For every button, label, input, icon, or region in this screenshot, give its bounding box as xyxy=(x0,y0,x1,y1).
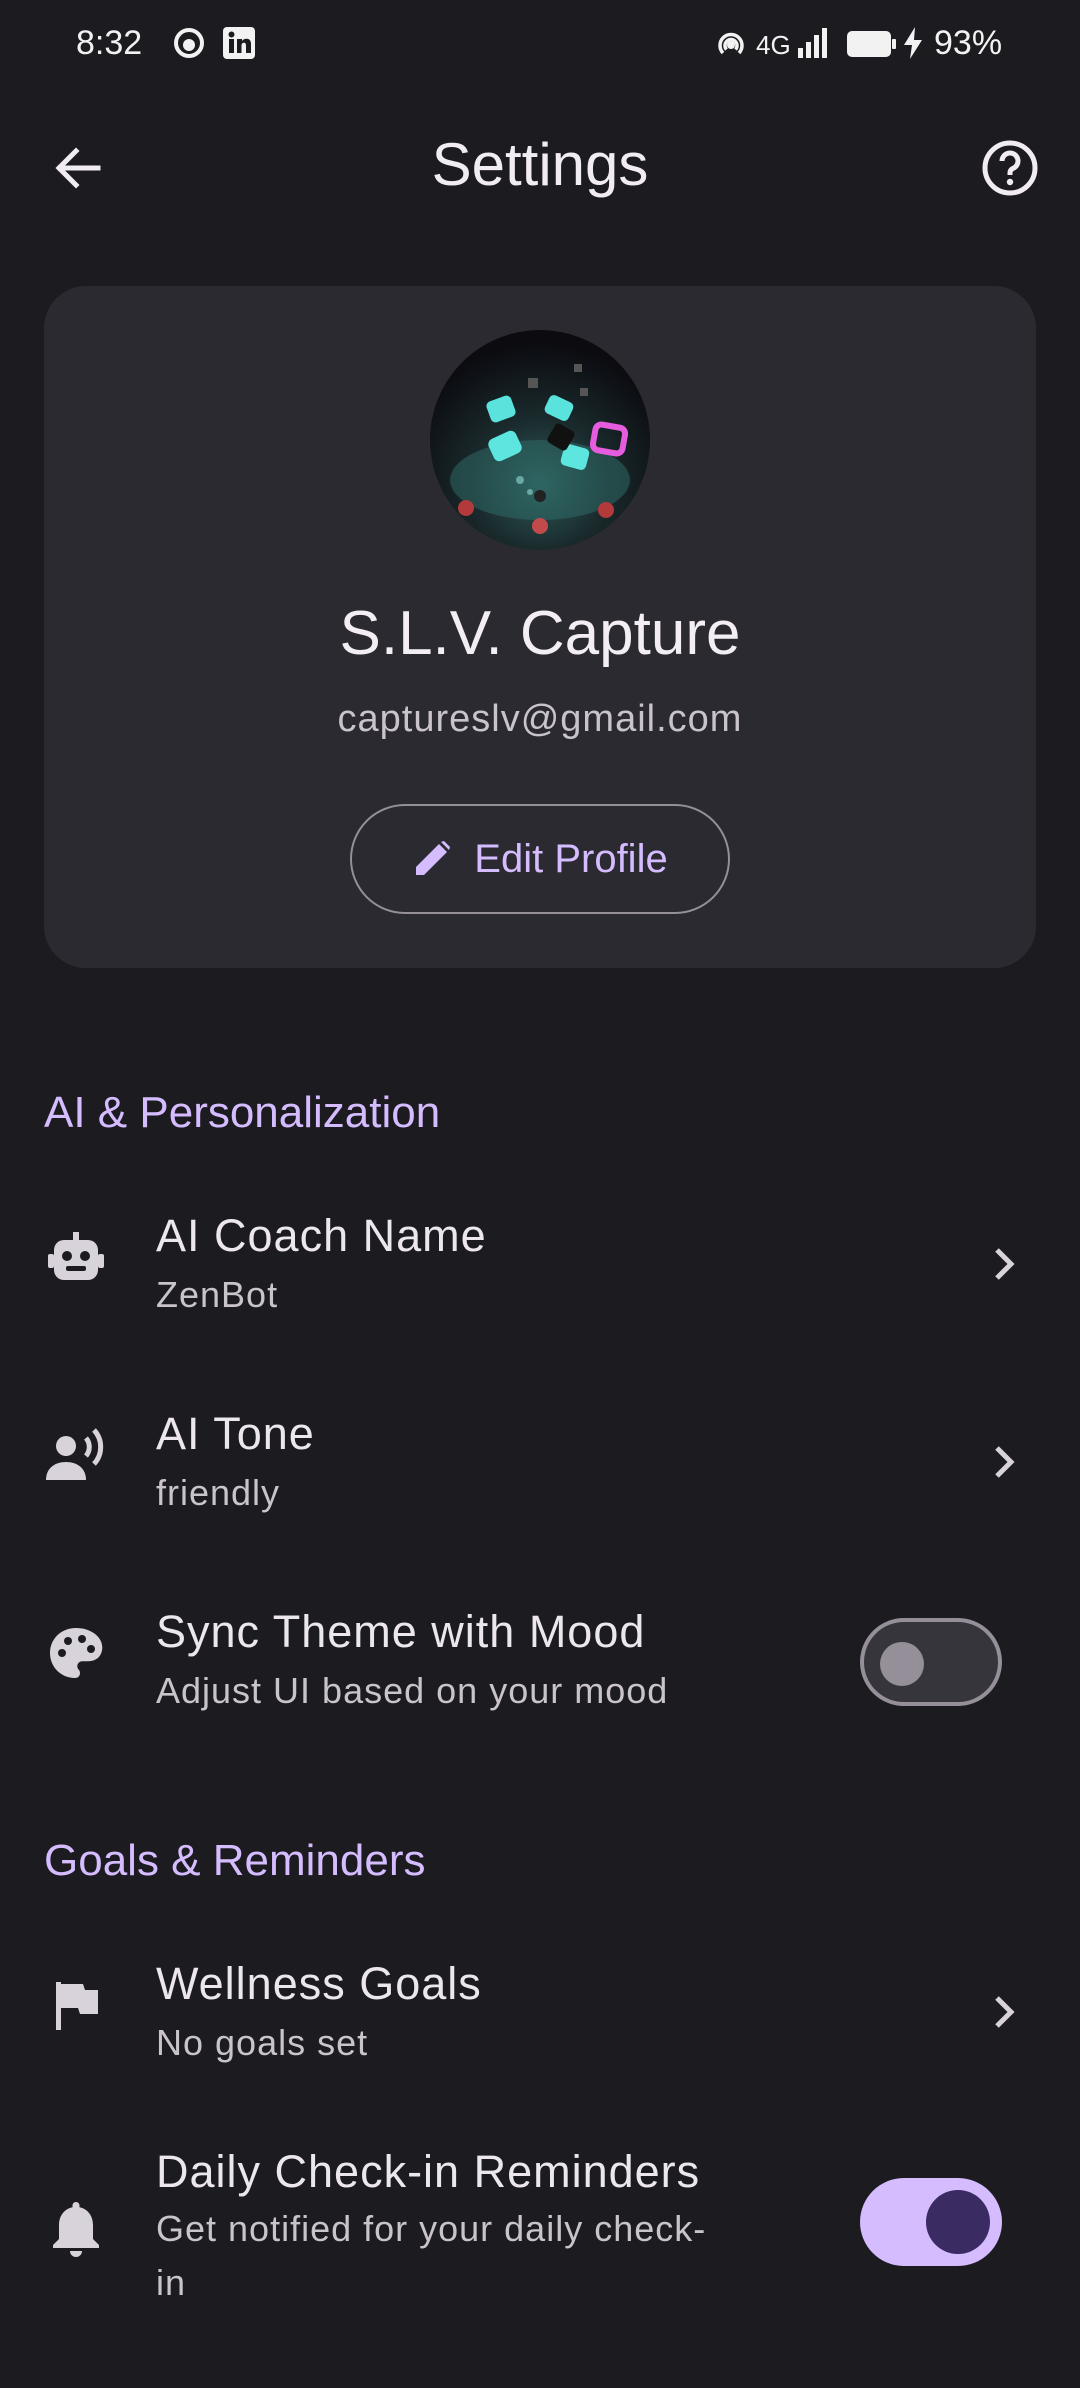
row-title: AI Coach Name xyxy=(156,1210,487,1261)
palette-icon xyxy=(44,1622,108,1686)
app-bar: Settings xyxy=(0,110,1080,220)
pencil-icon xyxy=(416,841,451,875)
battery-icon xyxy=(846,30,896,63)
help-button[interactable] xyxy=(976,134,1044,202)
row-title: Sync Theme with Mood xyxy=(156,1606,646,1657)
network-type: 4G xyxy=(756,30,791,60)
toggle-knob xyxy=(926,2190,990,2254)
settings-row-wellness-goals[interactable]: Wellness Goals No goals set xyxy=(0,1928,1080,2098)
hotspot-icon xyxy=(714,26,748,65)
settings-row-daily-checkin[interactable]: Daily Check-in Reminders Get notified fo… xyxy=(0,2126,1080,2336)
status-bar: 8:32 4G 93% xyxy=(0,0,1080,90)
daily-checkin-toggle[interactable] xyxy=(860,2178,1002,2266)
profile-email: captureslv@gmail.com xyxy=(337,698,743,740)
row-subtitle-line1: Get notified for your daily check- xyxy=(156,2208,707,2249)
notification-app-icon xyxy=(172,26,206,65)
toggle-knob xyxy=(880,1642,924,1686)
profile-card: S.L.V. Capture captureslv@gmail.com Edit… xyxy=(44,286,1036,968)
chevron-right-icon xyxy=(982,1234,1026,1294)
row-title: Wellness Goals xyxy=(156,1958,482,2009)
flag-icon xyxy=(44,1974,108,2038)
signal-icon xyxy=(796,26,830,65)
avatar[interactable] xyxy=(430,330,650,550)
settings-row-ai-tone[interactable]: AI Tone friendly xyxy=(0,1378,1080,1548)
chevron-right-icon xyxy=(982,1432,1026,1492)
row-subtitle: friendly xyxy=(156,1472,281,1513)
row-subtitle: No goals set xyxy=(156,2022,369,2063)
row-subtitle: Adjust UI based on your mood xyxy=(156,1670,669,1711)
bell-icon xyxy=(44,2196,108,2260)
sync-theme-toggle[interactable] xyxy=(860,1618,1002,1706)
profile-name: S.L.V. Capture xyxy=(339,599,741,668)
section-header-ai: AI & Personalization xyxy=(44,1088,441,1137)
voice-person-icon xyxy=(44,1424,108,1488)
row-subtitle-line2: in xyxy=(156,2262,187,2303)
section-header-goals: Goals & Reminders xyxy=(44,1836,426,1885)
settings-row-sync-theme[interactable]: Sync Theme with Mood Adjust UI based on … xyxy=(0,1576,1080,1746)
row-subtitle: ZenBot xyxy=(156,1274,279,1315)
settings-row-ai-coach-name[interactable]: AI Coach Name ZenBot xyxy=(0,1180,1080,1350)
robot-icon xyxy=(44,1226,108,1290)
avatar-image xyxy=(450,364,630,534)
help-circle-icon xyxy=(982,140,1038,196)
charging-icon xyxy=(902,26,924,65)
edit-profile-button[interactable]: Edit Profile xyxy=(350,804,730,914)
battery-percent: 93% xyxy=(934,24,1003,62)
row-title: AI Tone xyxy=(156,1408,315,1459)
row-title: Daily Check-in Reminders xyxy=(156,2146,701,2197)
status-time: 8:32 xyxy=(76,24,143,62)
linkedin-icon xyxy=(222,26,256,65)
page-title: Settings xyxy=(431,131,649,198)
edit-profile-label: Edit Profile xyxy=(474,836,668,881)
chevron-right-icon xyxy=(982,1982,1026,2042)
